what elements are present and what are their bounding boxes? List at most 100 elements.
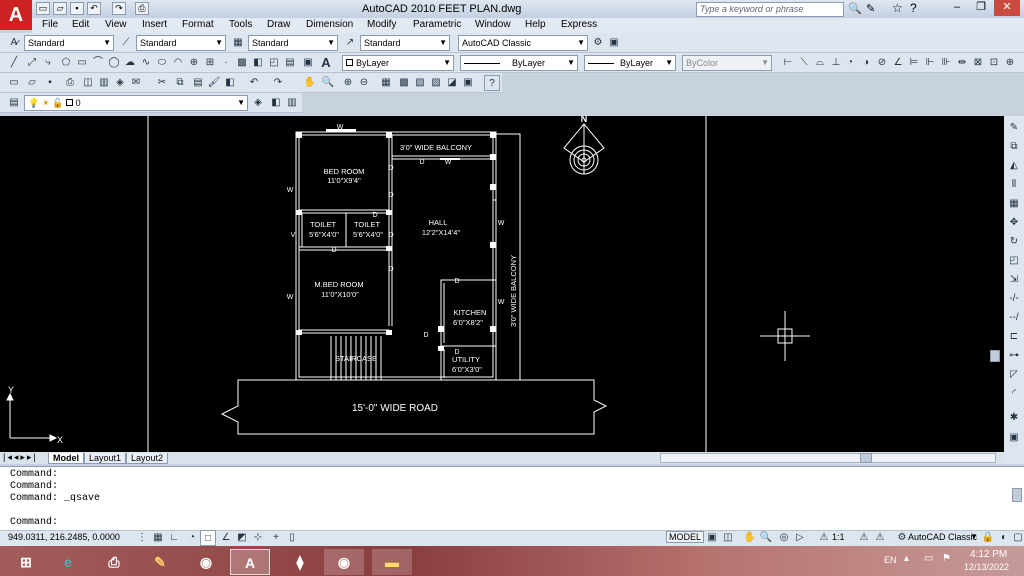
workspace-select[interactable]: AutoCAD Classic ▼	[458, 35, 588, 51]
pan-icon[interactable]: ✋	[302, 75, 318, 91]
menu-format[interactable]: Format	[182, 19, 214, 30]
mtext-icon[interactable]: ▣	[300, 55, 316, 71]
table-style-icon[interactable]: ▦	[230, 35, 246, 51]
region-icon[interactable]: ◰	[266, 55, 282, 71]
lineweight-select[interactable]: ByLayer ▼	[584, 55, 676, 71]
match-properties-icon[interactable]: 🖌	[206, 75, 222, 91]
scanner-app-icon[interactable]: ⎙	[94, 549, 134, 575]
horizontal-scrollbar[interactable]	[660, 453, 996, 463]
quick-view-layouts-icon[interactable]: ▣	[704, 530, 720, 546]
pdf-reader-icon[interactable]: ⧫	[280, 549, 320, 575]
toolbar-redo-icon[interactable]: ↷	[270, 75, 286, 91]
redo-icon[interactable]: ↷	[112, 2, 126, 15]
command-prompt[interactable]: Command:	[10, 517, 58, 528]
color-select[interactable]: ByLayer ▼	[342, 55, 454, 71]
application-menu-button[interactable]: A	[0, 0, 32, 30]
3d-dwf-icon[interactable]: ◈	[112, 75, 128, 91]
annotation-visibility-icon[interactable]: ⚠	[856, 530, 872, 546]
annotation-scale-value[interactable]: 1:1	[832, 532, 845, 542]
annotation-scale-icon[interactable]: ⚠	[816, 530, 832, 546]
internet-explorer-icon[interactable]: e	[48, 549, 88, 575]
text-icon[interactable]: A	[318, 55, 334, 71]
menu-file[interactable]: File	[42, 19, 58, 30]
pan-status-icon[interactable]: ✋	[742, 530, 758, 546]
block-editor-icon[interactable]: ◧	[222, 75, 238, 91]
dim-space-icon[interactable]: ⇹	[954, 55, 970, 71]
menu-window[interactable]: Window	[475, 19, 511, 30]
auto-scale-icon[interactable]: ⚠	[872, 530, 888, 546]
communication-center-icon[interactable]: ✎	[866, 2, 875, 15]
menu-edit[interactable]: Edit	[72, 19, 89, 30]
layer-select[interactable]: 💡 ☀ 🔓 0 ▼	[24, 95, 248, 111]
mleader-style-icon[interactable]: ↗	[342, 35, 358, 51]
extend-icon[interactable]: --/	[1006, 310, 1022, 326]
autocad-taskbar-icon[interactable]: A	[230, 549, 270, 575]
plot-preview-icon[interactable]: ◫	[80, 75, 96, 91]
polygon-icon[interactable]: ⬠	[58, 55, 74, 71]
quickcalc-icon[interactable]: ▣	[460, 75, 476, 91]
mirror-icon[interactable]: ◭	[1006, 158, 1022, 174]
paste-icon[interactable]: ▤	[190, 75, 206, 91]
tolerance-icon[interactable]: ⊡	[986, 55, 1002, 71]
mleader-style-select[interactable]: Standard ▼	[360, 35, 450, 51]
drawing-area[interactable]: BED ROOM 11'0"X9'4" 3'0" WIDE BALCONY TO…	[0, 114, 1004, 452]
new-icon[interactable]: ▭	[36, 2, 50, 15]
publish-icon[interactable]: ▥	[96, 75, 112, 91]
hatch-icon[interactable]: ▩	[234, 55, 250, 71]
menu-express[interactable]: Express	[561, 19, 597, 30]
polyline-icon[interactable]: ⤷	[40, 55, 56, 71]
trim-icon[interactable]: -/-	[1006, 291, 1022, 307]
command-scrollbar[interactable]	[1012, 488, 1022, 502]
minimize-button[interactable]: –	[944, 0, 970, 16]
help-icon[interactable]: ?	[910, 1, 917, 15]
dim-break-icon[interactable]: ⊠	[970, 55, 986, 71]
join-icon[interactable]: ⊶	[1006, 348, 1022, 364]
menu-view[interactable]: View	[105, 19, 127, 30]
zoom-previous-icon[interactable]: ⊖	[356, 75, 372, 91]
cut-icon[interactable]: ✂	[154, 75, 170, 91]
draworder-icon[interactable]: ▣	[1006, 430, 1022, 446]
make-current-layer-icon[interactable]: ◈	[250, 95, 266, 111]
circle-icon[interactable]: ◯	[106, 55, 122, 71]
make-block-icon[interactable]: ⊞	[202, 55, 218, 71]
rotate-icon[interactable]: ↻	[1006, 234, 1022, 250]
clean-screen-icon[interactable]: ▢	[1010, 530, 1024, 546]
ellipse-icon[interactable]: ⬭	[154, 55, 170, 71]
break-icon[interactable]: ⊏	[1006, 329, 1022, 345]
chrome-icon[interactable]: ◉	[186, 549, 226, 575]
favorites-star-icon[interactable]: ☆	[892, 1, 903, 15]
plotstyle-select[interactable]: ByColor ▼	[682, 55, 772, 71]
fillet-icon[interactable]: ◜	[1006, 386, 1022, 402]
workspace-save-icon[interactable]: ▣	[606, 35, 622, 51]
menu-help[interactable]: Help	[525, 19, 546, 30]
lineweight-toggle-icon[interactable]: +	[268, 530, 284, 546]
revcloud-icon[interactable]: ☁	[122, 55, 138, 71]
erase-icon[interactable]: ✎	[1006, 120, 1022, 136]
print-icon[interactable]: ⎙	[62, 75, 78, 91]
construction-line-icon[interactable]: ⤢	[24, 55, 40, 71]
dim-radius-icon[interactable]: ◔	[842, 55, 858, 71]
open-icon[interactable]: ▱	[53, 2, 67, 15]
help-search-input[interactable]: Type a keyword or phrase	[696, 2, 844, 17]
menu-modify[interactable]: Modify	[367, 19, 396, 30]
tool-palettes-icon[interactable]: ▧	[412, 75, 428, 91]
quick-properties-icon[interactable]: ▯	[284, 530, 300, 546]
dim-linear-icon[interactable]: ⊢	[780, 55, 796, 71]
vertical-scroll-thumb[interactable]	[990, 350, 1000, 362]
design-center-icon[interactable]: ▩	[396, 75, 412, 91]
etransmit-icon[interactable]: ✉	[128, 75, 144, 91]
point-icon[interactable]: ·	[218, 55, 234, 71]
search-icon[interactable]: 🔍	[848, 2, 862, 15]
dim-jogged-icon[interactable]: ◑	[858, 55, 874, 71]
layer-state-icon[interactable]: ▥	[284, 95, 300, 111]
text-style-select[interactable]: Standard ▼	[24, 35, 114, 51]
dim-style-select[interactable]: Standard ▼	[136, 35, 226, 51]
markup-icon[interactable]: ◪	[444, 75, 460, 91]
dim-arclength-icon[interactable]: ⌓	[812, 55, 828, 71]
toolbar-help-icon[interactable]: ?	[484, 75, 500, 91]
tab-model[interactable]: Model	[48, 453, 84, 464]
dim-style-icon[interactable]: ⟋	[118, 35, 134, 51]
save-icon[interactable]: ▪	[70, 2, 84, 15]
linetype-select[interactable]: ByLayer ▼	[460, 55, 578, 71]
move-icon[interactable]: ✥	[1006, 215, 1022, 231]
